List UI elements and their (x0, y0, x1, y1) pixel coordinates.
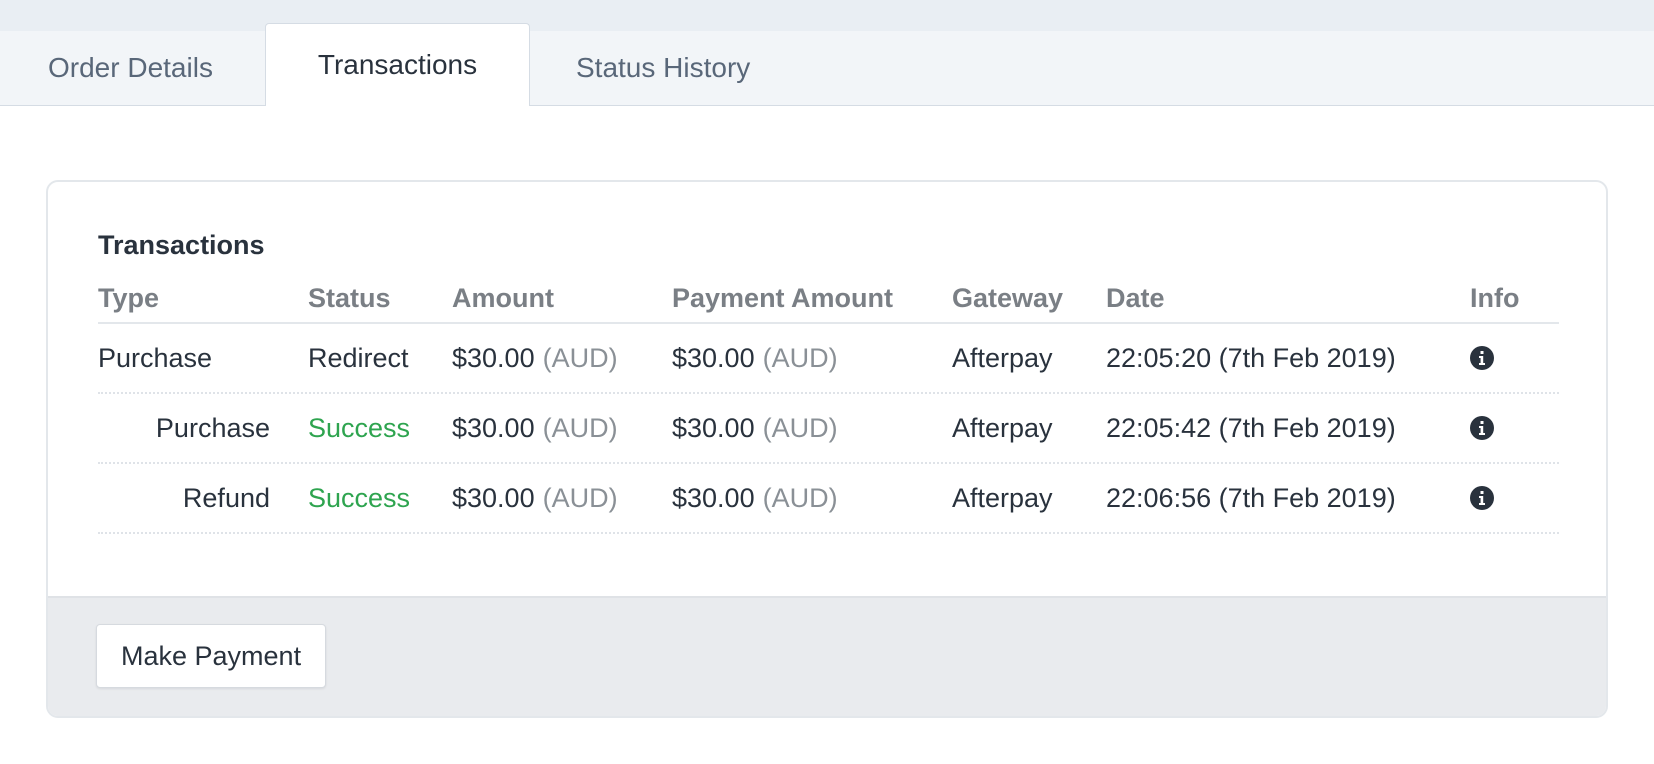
payment-amount-value: $30.00 (672, 482, 755, 513)
column-header-info: Info (1470, 283, 1520, 313)
payment-amount-currency: (AUD) (762, 342, 838, 373)
table-row: Purchase Success $30.00 (AUD) $30.00 (AU… (98, 394, 1559, 464)
column-header-amount: Amount (452, 283, 554, 313)
transactions-card: Transactions Type Status Amount Payment … (46, 180, 1608, 718)
transaction-payment-amount: $30.00 (AUD) (672, 394, 838, 462)
payment-amount-currency: (AUD) (762, 482, 838, 513)
tab-transactions[interactable]: Transactions (265, 23, 530, 106)
transaction-payment-amount: $30.00 (AUD) (672, 324, 838, 392)
transaction-status: Redirect (308, 342, 409, 373)
transaction-info (1470, 324, 1494, 392)
transaction-amount: $30.00 (AUD) (452, 394, 618, 462)
payment-amount-currency: (AUD) (762, 412, 838, 443)
column-header-payment-amount: Payment Amount (672, 283, 894, 313)
transaction-amount: $30.00 (AUD) (452, 464, 618, 532)
transaction-date: 22:05:20 (7th Feb 2019) (1106, 342, 1396, 373)
amount-currency: (AUD) (542, 342, 618, 373)
transaction-type: Purchase (98, 342, 213, 373)
card-title: Transactions (98, 230, 265, 260)
card-footer: Make Payment (48, 596, 1606, 716)
transaction-amount: $30.00 (AUD) (452, 324, 618, 392)
table-header: Type Status Amount Payment Amount Gatewa… (98, 282, 1559, 324)
make-payment-button[interactable]: Make Payment (96, 624, 327, 688)
column-header-gateway: Gateway (952, 283, 1064, 313)
amount-value: $30.00 (452, 412, 535, 443)
transactions-table: Type Status Amount Payment Amount Gatewa… (98, 282, 1559, 534)
transaction-info (1470, 464, 1494, 532)
transaction-status: Success (308, 412, 411, 443)
transaction-gateway: Afterpay (952, 482, 1053, 513)
tab-status-history[interactable]: Status History (576, 31, 761, 105)
tab-order-details[interactable]: Order Details (48, 31, 218, 105)
transaction-type: Refund (182, 482, 270, 513)
amount-currency: (AUD) (542, 412, 618, 443)
table-row: Purchase Redirect $30.00 (AUD) $30.00 (A… (98, 324, 1559, 394)
payment-amount-value: $30.00 (672, 412, 755, 443)
info-circle-icon[interactable] (1470, 416, 1494, 440)
amount-value: $30.00 (452, 342, 535, 373)
table-row: Refund Success $30.00 (AUD) $30.00 (AUD)… (98, 464, 1559, 534)
column-header-status: Status (308, 283, 391, 313)
top-strip (0, 0, 1654, 32)
transaction-date: 22:05:42 (7th Feb 2019) (1106, 412, 1396, 443)
column-header-date: Date (1106, 283, 1165, 313)
tab-bar: Order Details Transactions Status Histor… (0, 23, 1654, 106)
amount-currency: (AUD) (542, 482, 618, 513)
transaction-payment-amount: $30.00 (AUD) (672, 464, 838, 532)
transaction-gateway: Afterpay (952, 342, 1053, 373)
transaction-gateway: Afterpay (952, 412, 1053, 443)
amount-value: $30.00 (452, 482, 535, 513)
payment-amount-value: $30.00 (672, 342, 755, 373)
column-header-type: Type (98, 283, 160, 313)
transaction-date: 22:06:56 (7th Feb 2019) (1106, 482, 1396, 513)
transaction-info (1470, 394, 1494, 462)
info-circle-icon[interactable] (1470, 346, 1494, 370)
transaction-status: Success (308, 482, 411, 513)
info-circle-icon[interactable] (1470, 486, 1494, 510)
transaction-type: Purchase (155, 412, 270, 443)
